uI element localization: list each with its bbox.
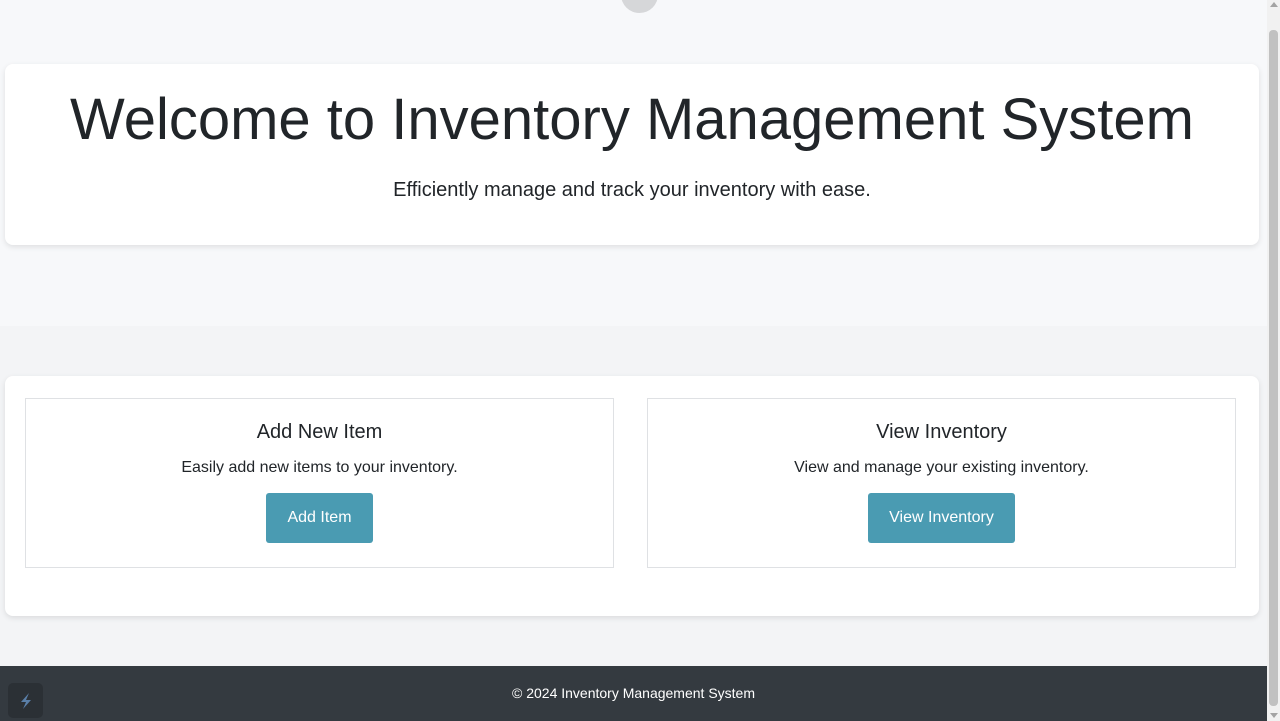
page-subtitle: Efficiently manage and track your invent…	[393, 179, 871, 201]
scroll-thumb[interactable]	[1269, 30, 1278, 706]
features-card: Add New Item Easily add new items to you…	[5, 376, 1259, 616]
footer: © 2024 Inventory Management System	[0, 666, 1267, 721]
add-item-button[interactable]: Add Item	[266, 493, 373, 543]
view-inventory-description: View and manage your existing inventory.	[794, 459, 1089, 476]
vertical-scrollbar[interactable]	[1267, 0, 1280, 721]
view-inventory-card: View Inventory View and manage your exis…	[647, 398, 1236, 568]
footer-text: © 2024 Inventory Management System	[512, 685, 755, 701]
hero-card: Welcome to Inventory Management System E…	[5, 64, 1259, 245]
add-item-title: Add New Item	[256, 421, 383, 443]
page: Welcome to Inventory Management System E…	[0, 0, 1267, 721]
add-item-description: Easily add new items to your inventory.	[181, 459, 458, 476]
add-item-card: Add New Item Easily add new items to you…	[25, 398, 614, 568]
scroll-up-arrow-icon[interactable]	[1270, 2, 1278, 7]
page-title: Welcome to Inventory Management System	[70, 87, 1194, 152]
view-inventory-button[interactable]: View Inventory	[868, 493, 1015, 543]
bolt-logo-icon[interactable]	[8, 683, 43, 718]
scroll-down-arrow-icon[interactable]	[1270, 713, 1278, 718]
view-inventory-title: View Inventory	[876, 421, 1007, 443]
